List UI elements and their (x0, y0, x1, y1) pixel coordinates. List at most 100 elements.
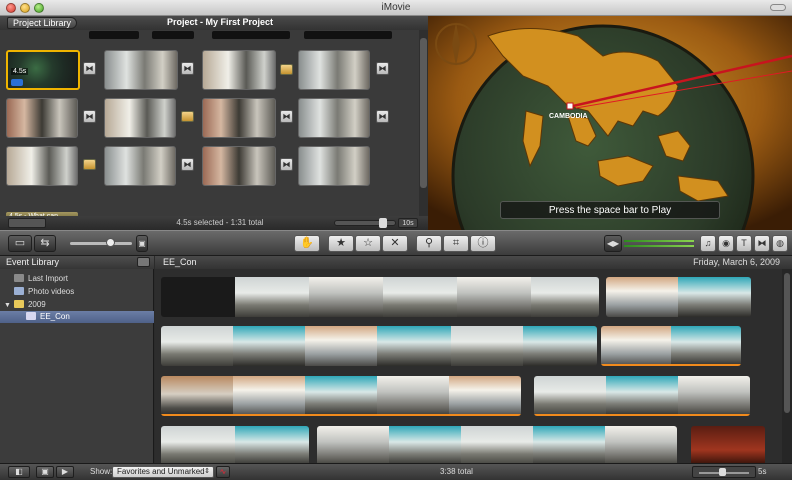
transition-icon[interactable]: ⧓ (754, 235, 770, 252)
transition-icon[interactable]: ⧓ (181, 62, 194, 75)
transition-icon[interactable]: ⧓ (181, 158, 194, 171)
slider-knob[interactable] (106, 238, 115, 247)
transition-icon[interactable]: ⧓ (83, 110, 96, 123)
crop-icon[interactable]: ⌗ (443, 235, 469, 252)
project-clip[interactable] (202, 146, 276, 186)
event-browser-scrollbar[interactable] (782, 269, 792, 463)
disclosure-triangle-icon[interactable]: ▼ (4, 302, 11, 309)
scroll-thumb[interactable] (420, 38, 427, 188)
transition-icon[interactable]: ⧓ (83, 62, 96, 75)
event-browser-header: EE_Con Friday, March 6, 2009 (155, 256, 792, 269)
project-clip[interactable] (298, 146, 370, 186)
photo-icon[interactable]: ◉ (718, 235, 734, 252)
event-folder-icon[interactable] (137, 257, 150, 267)
music-icon[interactable]: ♫ (700, 235, 716, 252)
project-zoom-slider[interactable] (334, 218, 396, 228)
audio-waveform-icon[interactable]: ∿ (216, 466, 230, 478)
project-title: Project - My First Project (166, 17, 274, 27)
filmstrip-frame (605, 426, 677, 463)
event-filmstrip[interactable] (161, 277, 599, 317)
slider-knob[interactable] (379, 218, 387, 228)
event-library-item-2009[interactable]: ▼ 2009 (0, 299, 154, 311)
swap-icon[interactable]: ⇆ (34, 235, 56, 252)
transition-icon[interactable]: ⧓ (280, 110, 293, 123)
event-library-item-ee-con[interactable]: EE_Con (0, 311, 154, 323)
project-clip[interactable] (298, 50, 370, 90)
map-icon[interactable]: ◍ (772, 235, 788, 252)
thumbnail-size-slider[interactable] (70, 238, 132, 247)
event-list-toggle-icon[interactable]: ◧ (8, 466, 30, 478)
inspector-icon[interactable]: ⓘ (470, 235, 496, 252)
project-clip[interactable] (202, 50, 276, 90)
globe-map-illustration (428, 16, 792, 230)
transition-icon[interactable]: ⧓ (376, 110, 389, 123)
filmstrip-frame (533, 426, 605, 463)
project-header: Project Library Project - My First Proje… (0, 16, 428, 30)
reject-x-icon[interactable]: ✕ (382, 235, 408, 252)
project-clip[interactable] (104, 98, 176, 138)
favorite-star-icon[interactable]: ★ (328, 235, 354, 252)
event-library-item-last-import[interactable]: Last Import (0, 273, 154, 285)
slider-knob[interactable] (719, 468, 726, 476)
clip-settings-icon[interactable] (11, 79, 23, 86)
show-filter-value: Favorites and Unmarked (117, 467, 205, 476)
scroll-thumb[interactable] (784, 273, 790, 413)
bottom-bar: ◧ ▣ ▶ Show: Favorites and Unmarked ⇕ ∿ 3… (0, 463, 792, 480)
event-filmstrip[interactable] (161, 326, 597, 366)
project-clip[interactable] (104, 50, 178, 90)
thumbnail-size-icon[interactable]: ▣ (136, 235, 148, 252)
event-filmstrip[interactable] (161, 376, 521, 416)
transition-icon[interactable]: ⧓ (376, 62, 389, 75)
event-item-label: 2009 (27, 300, 46, 309)
event-name: EE_Con (163, 257, 197, 267)
project-playback-buttons[interactable] (8, 218, 46, 228)
title-icon[interactable] (83, 159, 96, 170)
filmstrip-frame (317, 426, 389, 463)
project-clip[interactable] (298, 98, 370, 138)
project-clip-globe[interactable]: 4.5s (6, 50, 80, 90)
event-item-label: Last Import (28, 274, 69, 283)
event-filmstrip[interactable] (606, 277, 751, 317)
event-filmstrip[interactable] (601, 326, 741, 366)
project-scrollbar[interactable] (419, 30, 428, 216)
filmstrip-frame (523, 326, 597, 366)
unmark-star-icon[interactable]: ☆ (355, 235, 381, 252)
project-library-button[interactable]: Project Library (7, 17, 77, 29)
play-icon[interactable]: ▶ (56, 466, 74, 478)
event-filmstrip[interactable] (691, 426, 765, 463)
filmstrip-frame (161, 426, 235, 463)
voiceover-icon[interactable]: ✋ (294, 235, 320, 252)
event-library-item-photo-videos[interactable]: Photo videos (0, 286, 154, 298)
event-item-label: EE_Con (40, 312, 70, 321)
audio-skimming-icon[interactable]: ◀▶ (604, 235, 622, 252)
title-icon[interactable] (181, 111, 194, 122)
title-icon[interactable] (280, 64, 293, 75)
project-clip[interactable] (202, 98, 276, 138)
camera-import-icon[interactable]: ▭ (8, 235, 32, 252)
title-icon[interactable]: T (736, 235, 752, 252)
window-title: iMovie (381, 2, 411, 13)
clip-duration-badge: 4.5s (11, 68, 29, 75)
transition-icon[interactable]: ⧓ (280, 158, 293, 171)
show-filter-select[interactable]: Favorites and Unmarked ⇕ (112, 466, 214, 478)
project-zoom-duration: 10s (398, 218, 418, 228)
project-clip[interactable] (6, 98, 78, 138)
keyword-icon[interactable]: ⚲ (416, 235, 442, 252)
play-fullscreen-icon[interactable]: ▣ (36, 466, 54, 478)
audio-meter-left (624, 240, 694, 242)
viewer-pane[interactable]: CAMBODIA Press the space bar to Play (428, 16, 792, 230)
event-filmstrip[interactable] (317, 426, 677, 463)
toolbar-toggle-button[interactable] (770, 4, 786, 11)
audio-meter-right (624, 245, 694, 247)
filmstrip-frame (534, 376, 606, 416)
event-library-title: Event Library (6, 257, 60, 267)
filmstrip-frame (233, 326, 305, 366)
event-filmstrip[interactable] (534, 376, 750, 416)
filmstrip-frame (161, 326, 233, 366)
event-zoom-slider[interactable] (692, 466, 756, 478)
project-clip[interactable] (104, 146, 176, 186)
project-footer: 4.5s selected - 1:31 total 10s (0, 216, 428, 230)
event-filmstrip[interactable] (161, 426, 309, 463)
play-hint: Press the space bar to Play (500, 201, 720, 219)
project-clip[interactable] (6, 146, 78, 186)
